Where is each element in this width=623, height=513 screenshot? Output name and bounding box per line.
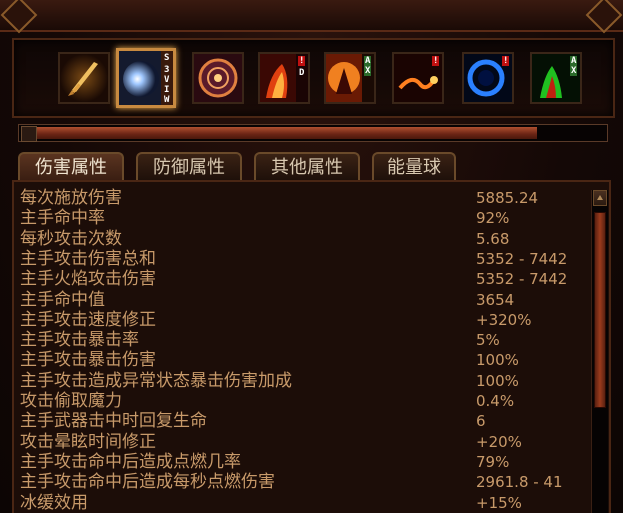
stat-name: 攻击偷取魔力 [20, 391, 122, 411]
stat-name: 主手攻击暴击伤害 [20, 350, 156, 371]
stat-name: 攻击晕眩时间修正 [20, 431, 156, 452]
stat-name: 冰缓效用 [20, 492, 88, 513]
stat-value: 3654 [476, 290, 515, 309]
stat-name: 每次施放伤害 [20, 188, 122, 208]
stat-value: 6 [476, 412, 486, 431]
stat-row: 主手攻击伤害总和 5352 - 7442 [14, 249, 589, 269]
stat-name: 主手火焰攻击伤害 [20, 269, 156, 290]
stat-name: 主手攻击速度修正 [20, 309, 156, 330]
rune-circle-skill-icon [194, 54, 242, 102]
stats-scrollbar[interactable] [591, 190, 608, 513]
skill-badge: S [164, 53, 170, 63]
stat-value: 79% [476, 452, 510, 471]
stat-row: 冰缓效用 +15% [14, 493, 589, 513]
stat-value: 5352 - 7442 [476, 270, 568, 289]
character-stats-window: S 3 V I W ! D A X ! ! A X 伤害属性 防御属性 其他属性… [0, 0, 623, 513]
progress-bar-cap [21, 126, 37, 142]
stat-value: 5% [476, 331, 500, 350]
stat-row: 主手命中率 92% [14, 208, 589, 228]
skill-badge: I [164, 85, 170, 95]
stat-row: 每秒攻击次数 5.68 [14, 229, 589, 249]
stat-name: 主手武器击中时回复生命 [20, 411, 207, 432]
scroll-up-arrow-icon[interactable] [593, 190, 607, 206]
stat-value: +20% [476, 432, 522, 451]
experience-bar-fill [37, 127, 537, 139]
stat-value: 100% [476, 371, 519, 390]
stat-row: 主手攻击命中后造成点燃几率 79% [14, 452, 589, 472]
stat-name: 主手攻击命中后造成每秒点燃伤害 [20, 472, 275, 493]
stat-value: +320% [476, 310, 532, 329]
stat-row: 主手攻击暴击率 5% [14, 330, 589, 350]
stat-value: 2961.8 - 41 [476, 473, 563, 492]
stat-value: 5352 - 7442 [476, 249, 568, 268]
stat-name: 主手命中值 [20, 289, 105, 310]
skill-slot-3[interactable] [192, 52, 244, 104]
skill-bar: S 3 V I W ! D A X ! ! A X [12, 38, 615, 118]
skill-badge: ! [502, 56, 510, 66]
stat-row: 主手攻击命中后造成每秒点燃伤害 2961.8 - 41 [14, 472, 589, 492]
stat-row: 主手攻击暴击伤害 100% [14, 350, 589, 370]
skill-slot-1[interactable] [58, 52, 110, 104]
stat-value: 92% [476, 209, 510, 228]
skill-slot-7[interactable]: ! [462, 52, 514, 104]
stat-value: 5.68 [476, 229, 510, 248]
stat-row: 攻击偷取魔力 0.4% [14, 391, 589, 411]
skill-slot-6[interactable]: ! [392, 52, 444, 104]
stat-row: 主手攻击速度修正 +320% [14, 310, 589, 330]
tab-energy-orb[interactable]: 能量球 [372, 152, 456, 180]
stat-row: 主手命中值 3654 [14, 290, 589, 310]
stat-value: +15% [476, 493, 522, 512]
skill-badge: W [164, 95, 170, 105]
skill-badge: D [299, 68, 305, 78]
stat-name: 主手命中率 [20, 208, 105, 229]
skill-slot-8[interactable]: A X [530, 52, 582, 104]
stat-name: 每秒攻击次数 [20, 228, 122, 249]
skill-badge: X [364, 66, 372, 76]
window-top-ornament [0, 0, 623, 32]
stat-name: 主手攻击伤害总和 [20, 248, 156, 269]
stat-value: 0.4% [476, 392, 515, 410]
skill-badge: A [570, 56, 578, 66]
tab-other[interactable]: 其他属性 [254, 152, 360, 180]
skill-slot-4[interactable]: ! D [258, 52, 310, 104]
skill-badge: ! [432, 56, 440, 66]
skill-badge: V [164, 75, 170, 85]
stat-name: 主手攻击命中后造成点燃几率 [20, 451, 241, 472]
skill-badge: X [570, 66, 578, 76]
stat-value: 5885.24 [476, 189, 539, 207]
stat-name: 主手攻击造成异常状态暴击伤害加成 [20, 370, 292, 391]
stat-row: 主手武器击中时回复生命 6 [14, 411, 589, 431]
skill-badge: 3 [164, 65, 170, 75]
stat-value: 100% [476, 351, 519, 370]
sword-skill-icon [60, 54, 108, 102]
stats-list: 每次施放伤害 5885.24 主手命中率 92% 每秒攻击次数 5.68 主手攻击伤害总和 5… [12, 180, 611, 513]
skill-badge: ! [298, 56, 306, 66]
skill-badge: A [364, 56, 372, 66]
stat-row: 每次施放伤害 5885.24 [14, 188, 589, 208]
tab-defense[interactable]: 防御属性 [136, 152, 242, 180]
skill-slot-2[interactable]: S 3 V I W [116, 48, 176, 108]
stat-row: 主手火焰攻击伤害 5352 - 7442 [14, 269, 589, 289]
experience-bar [18, 124, 608, 142]
skill-slot-5[interactable]: A X [324, 52, 376, 104]
stat-row: 主手攻击造成异常状态暴击伤害加成 100% [14, 371, 589, 391]
stat-name: 主手攻击暴击率 [20, 330, 139, 351]
scroll-thumb[interactable] [594, 212, 606, 408]
tab-damage[interactable]: 伤害属性 [18, 152, 124, 180]
stat-row: 攻击晕眩时间修正 +20% [14, 432, 589, 452]
